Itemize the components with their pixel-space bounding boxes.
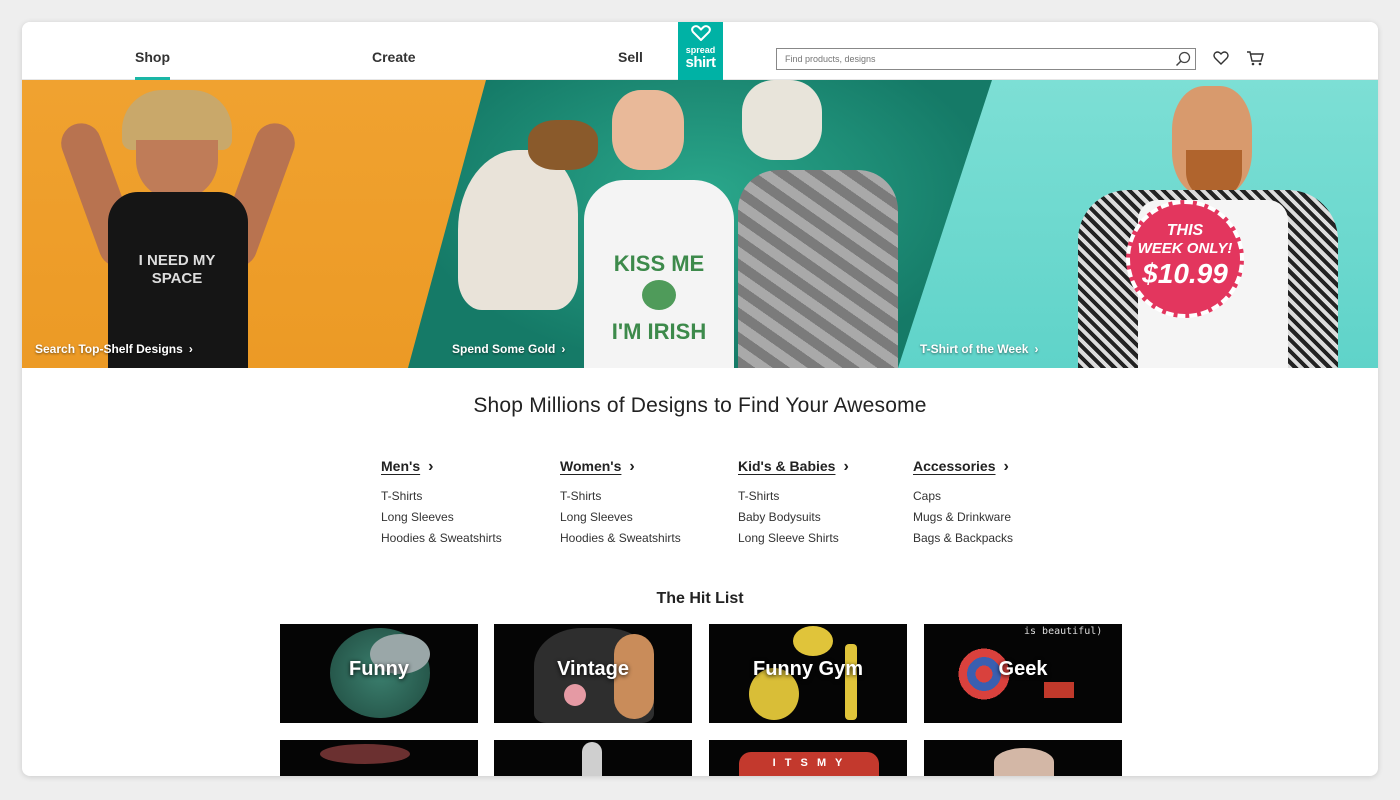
- category-link[interactable]: Long Sleeves: [381, 507, 502, 528]
- category-column-womens: Women's › T-Shirts Long Sleeves Hoodies &…: [560, 458, 681, 549]
- man-face: [612, 90, 684, 170]
- hero-link-label: Search Top-Shelf Designs: [35, 342, 183, 356]
- category-heading-womens[interactable]: Women's ›: [560, 458, 635, 476]
- badge-line-week-only: WEEK ONLY!: [1137, 240, 1233, 257]
- geek-art-text: is beautiful): [1024, 626, 1103, 637]
- search-bar: [776, 48, 1196, 70]
- chevron-right-icon: ›: [188, 342, 193, 356]
- shirt-print-kiss-me: KISS ME: [613, 251, 705, 276]
- chevron-right-icon: ›: [1003, 458, 1009, 475]
- hit-tile[interactable]: [924, 740, 1122, 776]
- tile-label: Vintage: [557, 658, 629, 680]
- hero-link-label: T-Shirt of the Week: [920, 342, 1029, 356]
- category-heading-mens[interactable]: Men's ›: [381, 458, 433, 476]
- category-link[interactable]: T-Shirts: [738, 486, 849, 507]
- hit-tile[interactable]: I T S M Y: [709, 740, 907, 776]
- tile-artwork: [320, 744, 410, 764]
- hit-tile[interactable]: [494, 740, 692, 776]
- chart-artwork: [1044, 682, 1074, 698]
- nav-sell[interactable]: Sell: [618, 22, 643, 80]
- sequin-jacket: [738, 170, 898, 368]
- category-heading-label: Kid's & Babies: [738, 458, 836, 474]
- tile-label: Geek: [998, 658, 1048, 680]
- tile-artwork: [994, 748, 1054, 776]
- chevron-right-icon: ›: [561, 342, 566, 356]
- category-link[interactable]: Caps: [913, 486, 1013, 507]
- hero-link-gold[interactable]: Spend Some Gold ›: [452, 342, 565, 356]
- hit-list-title: The Hit List: [656, 590, 744, 607]
- category-heading-label: Men's: [381, 458, 421, 474]
- face: [136, 140, 218, 200]
- search-icon[interactable]: [1175, 51, 1191, 67]
- beagle-dog: [458, 150, 578, 310]
- tile-label: Funny: [349, 658, 409, 680]
- hero-banner: I NEED MY SPACE Search Top-Shelf Designs…: [22, 80, 1378, 368]
- category-heading-accessories[interactable]: Accessories ›: [913, 458, 1009, 476]
- category-heading-label: Accessories: [913, 458, 996, 474]
- cart-icon[interactable]: [1246, 50, 1264, 68]
- category-heading-label: Women's: [560, 458, 622, 474]
- badge-price: $10.99: [1142, 258, 1228, 289]
- page-headline: Shop Millions of Designs to Find Your Aw…: [473, 394, 927, 417]
- site-header: Shop Create Sell spread shirt: [22, 22, 1378, 80]
- badge-line-this: THIS: [1166, 222, 1204, 239]
- hit-tile-geek[interactable]: is beautiful) Geek: [924, 624, 1122, 723]
- chevron-right-icon: ›: [843, 458, 849, 475]
- category-link[interactable]: T-Shirts: [560, 486, 681, 507]
- dog-head: [528, 120, 598, 170]
- chevron-right-icon: ›: [1034, 342, 1039, 356]
- category-link[interactable]: Baby Bodysuits: [738, 507, 849, 528]
- hero-link-top-shelf[interactable]: Search Top-Shelf Designs ›: [35, 342, 193, 356]
- potato-character: [793, 626, 833, 656]
- tile-artwork-text: I T S M Y: [739, 752, 879, 776]
- logo-heart-icon: [678, 22, 723, 45]
- nav-create[interactable]: Create: [372, 22, 416, 80]
- browser-viewport: Shop Create Sell spread shirt Find produ…: [22, 22, 1378, 776]
- category-heading-kids[interactable]: Kid's & Babies ›: [738, 458, 849, 476]
- category-link[interactable]: Long Sleeve Shirts: [738, 528, 849, 549]
- category-column-mens: Men's › T-Shirts Long Sleeves Hoodies & S…: [381, 458, 502, 549]
- chevron-right-icon: ›: [629, 458, 635, 475]
- shamrock-icon: [642, 280, 676, 310]
- category-link[interactable]: Hoodies & Sweatshirts: [381, 528, 502, 549]
- category-column-kids: Kid's & Babies › T-Shirts Baby Bodysuits …: [738, 458, 849, 549]
- rocket-artwork: [582, 742, 602, 776]
- woman-hair: [742, 80, 822, 160]
- category-column-accessories: Accessories › Caps Mugs & Drinkware Bags …: [913, 458, 1013, 549]
- heart-icon[interactable]: [1213, 50, 1231, 68]
- logo-text-shirt: shirt: [685, 54, 716, 71]
- shirt-print-text: I NEED MY SPACE: [138, 252, 216, 287]
- dumbbell-icon: [845, 644, 857, 720]
- chevron-right-icon: ›: [428, 458, 434, 475]
- white-tshirt: KISS ME I'M IRISH: [584, 180, 734, 368]
- hit-tile-funny[interactable]: Funny: [280, 624, 478, 723]
- tile-label: Funny Gym: [752, 658, 863, 680]
- hit-tile[interactable]: [280, 740, 478, 776]
- shirt-print-irish: I'M IRISH: [611, 319, 707, 344]
- spreadshirt-logo[interactable]: spread shirt: [678, 22, 723, 80]
- category-link[interactable]: Bags & Backpacks: [913, 528, 1013, 549]
- category-link[interactable]: Mugs & Drinkware: [913, 507, 1013, 528]
- category-link[interactable]: Long Sleeves: [560, 507, 681, 528]
- hero-link-label: Spend Some Gold: [452, 342, 556, 356]
- hero-link-tshirt-of-week[interactable]: T-Shirt of the Week ›: [920, 342, 1038, 356]
- search-input[interactable]: [777, 49, 1167, 69]
- price-badge: THIS WEEK ONLY! $10.99: [1126, 200, 1244, 318]
- flower-icon: [564, 684, 586, 706]
- hit-tile-funny-gym[interactable]: Funny Gym: [709, 624, 907, 723]
- category-link[interactable]: T-Shirts: [381, 486, 502, 507]
- hero-panel-gold[interactable]: KISS ME I'M IRISH Spend Some Gold ›: [408, 80, 998, 368]
- category-link[interactable]: Hoodies & Sweatshirts: [560, 528, 681, 549]
- hit-tile-vintage[interactable]: Vintage: [494, 624, 692, 723]
- nav-shop[interactable]: Shop: [135, 22, 170, 80]
